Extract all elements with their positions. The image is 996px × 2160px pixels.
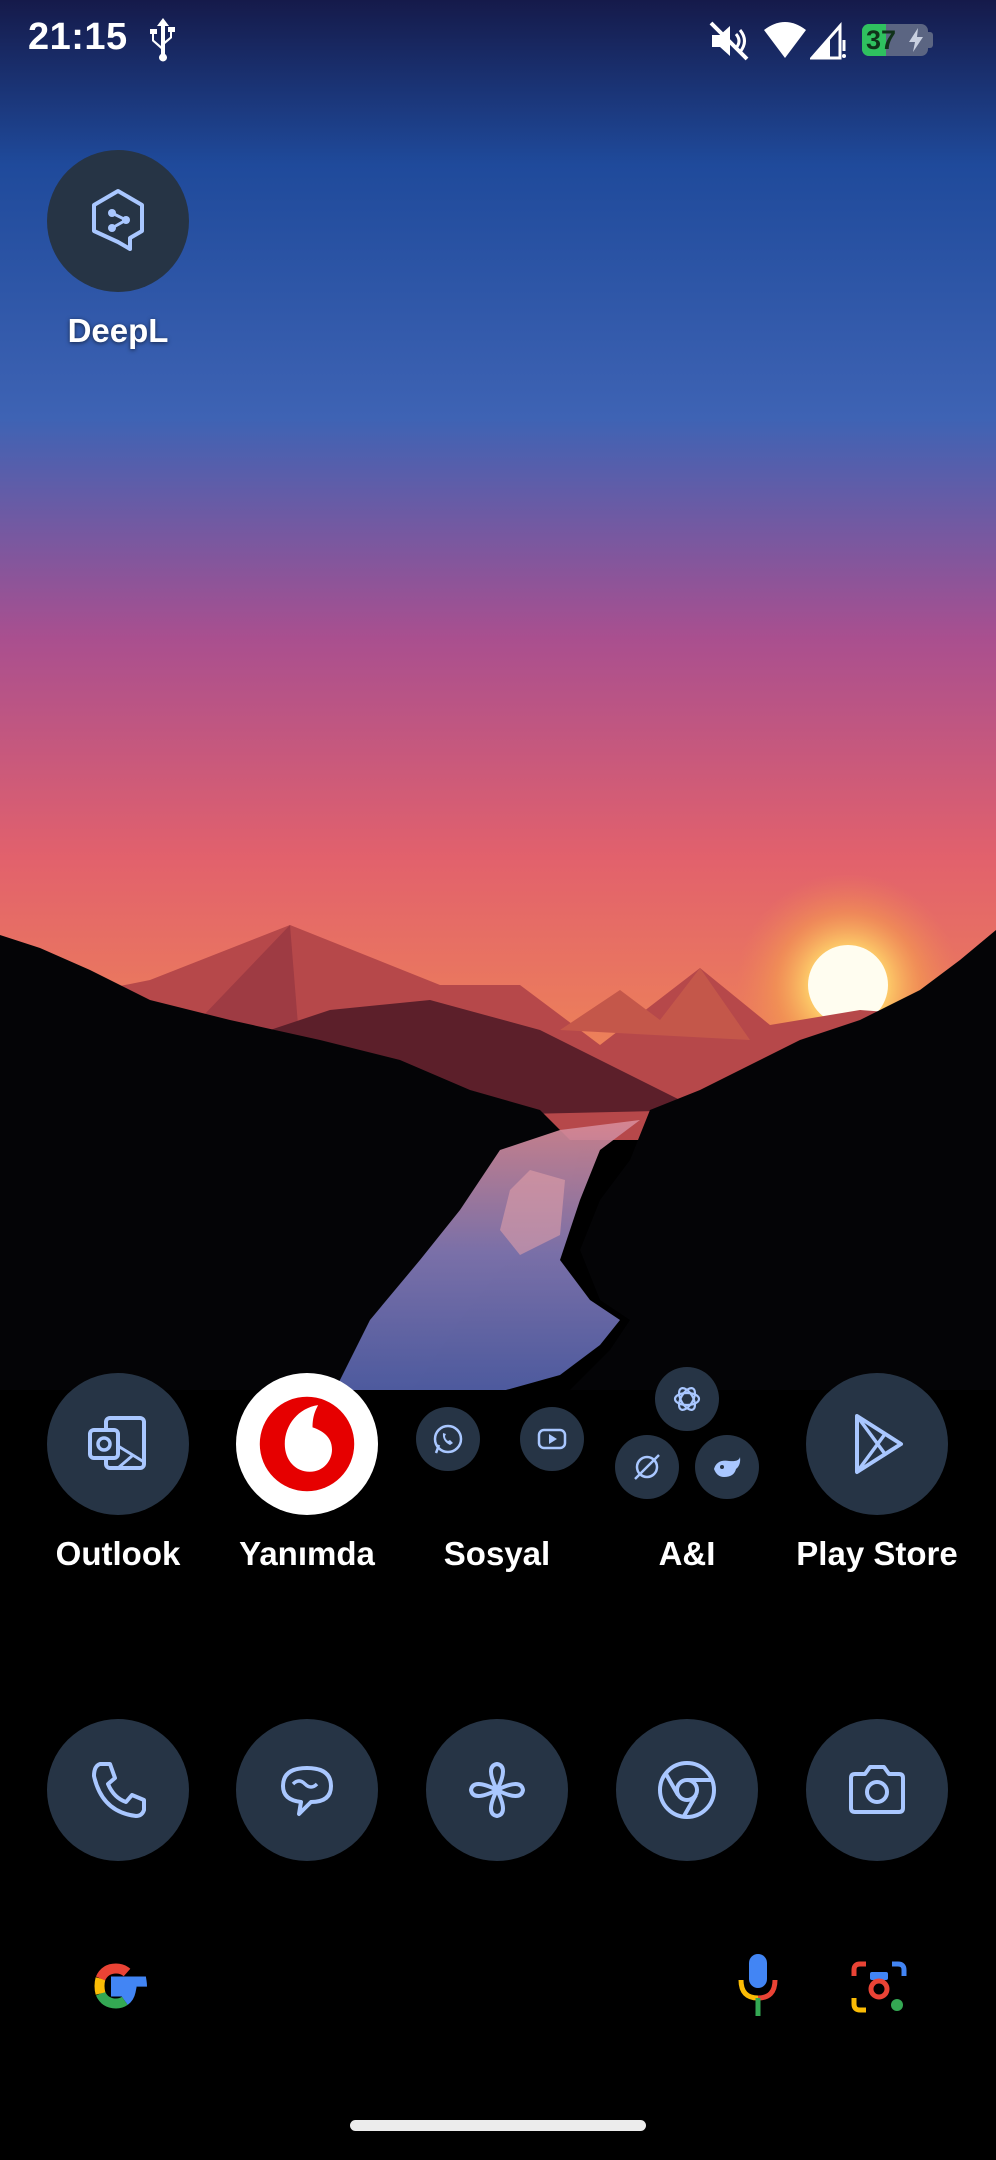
- google-g-icon[interactable]: [80, 1950, 152, 2022]
- messages-icon: [236, 1719, 378, 1861]
- mute-icon: [709, 21, 749, 61]
- navigation-handle[interactable]: [350, 2120, 646, 2131]
- whatsapp-icon: [416, 1407, 480, 1471]
- status-time: 21:15: [28, 16, 128, 58]
- dock-pinwheel[interactable]: [412, 1719, 582, 1861]
- usb-icon: [150, 18, 175, 62]
- app-play-store[interactable]: Play Store: [792, 1373, 962, 1573]
- battery-tip: [928, 32, 933, 48]
- signal-icon: [810, 22, 846, 60]
- deepl-icon: [47, 150, 189, 292]
- status-bar: 21:15 37: [0, 0, 996, 80]
- app-label-outlook: Outlook: [55, 1535, 181, 1572]
- folder-ai[interactable]: A&I: [602, 1367, 772, 1573]
- chrome-icon: [616, 1719, 758, 1861]
- app-outlook[interactable]: Outlook: [33, 1373, 203, 1573]
- dock-camera[interactable]: [792, 1719, 962, 1861]
- google-lens-icon[interactable]: [850, 1958, 908, 2016]
- perplexity-icon: [615, 1435, 679, 1499]
- play-store-icon: [806, 1373, 948, 1515]
- outlook-icon: [47, 1373, 189, 1515]
- microphone-icon[interactable]: [736, 1950, 780, 2022]
- battery-percent: 37: [866, 25, 897, 55]
- folder-ai-preview: [615, 1367, 759, 1515]
- app-yanimda[interactable]: Yanımda: [222, 1373, 392, 1573]
- dock-messages[interactable]: [222, 1719, 392, 1861]
- dock-chrome[interactable]: [602, 1719, 772, 1861]
- app-label-ai: A&I: [658, 1535, 716, 1572]
- dock-phone[interactable]: [33, 1719, 203, 1861]
- app-deepl[interactable]: DeepL: [33, 150, 203, 350]
- deepseek-icon: [695, 1435, 759, 1499]
- folder-sosyal-preview: [416, 1373, 584, 1515]
- youtube-icon: [520, 1407, 584, 1471]
- pinwheel-icon: [426, 1719, 568, 1861]
- chatgpt-icon: [655, 1367, 719, 1431]
- app-label-sosyal: Sosyal: [443, 1535, 551, 1572]
- app-label-yanimda: Yanımda: [239, 1535, 375, 1572]
- camera-icon: [806, 1719, 948, 1861]
- vodafone-icon: [236, 1373, 378, 1515]
- battery-charging-icon: 37: [862, 24, 928, 56]
- app-label-play-store: Play Store: [796, 1535, 958, 1572]
- charging-bolt-icon: [909, 28, 923, 52]
- folder-sosyal[interactable]: Sosyal: [412, 1373, 584, 1573]
- app-label-deepl: DeepL: [67, 312, 169, 349]
- wifi-icon: [764, 22, 806, 58]
- phone-icon: [47, 1719, 189, 1861]
